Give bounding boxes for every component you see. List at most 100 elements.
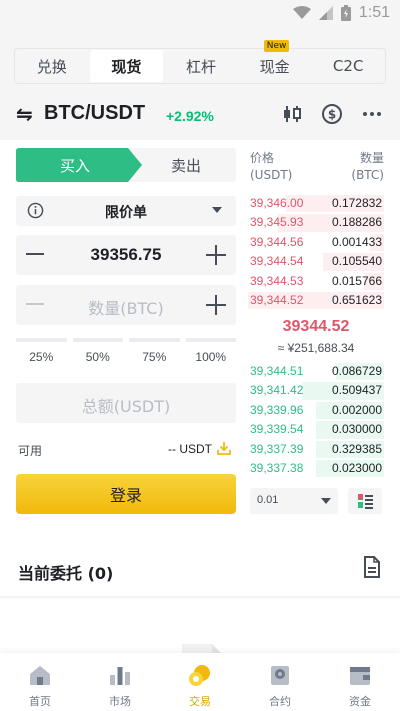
battery-icon	[340, 5, 351, 21]
percent-75-button[interactable]: 75%	[129, 338, 180, 364]
tab-c2c[interactable]: C2C	[311, 49, 385, 83]
orderbook-layout-button[interactable]	[348, 488, 382, 514]
nav-home[interactable]: 首页	[0, 653, 80, 711]
order-history-icon[interactable]	[362, 556, 382, 578]
increase-amount-button[interactable]	[206, 295, 226, 315]
bid-row[interactable]: 39,339.54 0.030000	[248, 420, 384, 439]
percent-bar	[185, 338, 236, 342]
orderbook-layout-icon	[358, 494, 373, 509]
buy-sell-toggle: 买入 卖出	[16, 148, 236, 182]
nav-market[interactable]: 市场	[80, 653, 160, 711]
home-icon	[30, 666, 50, 685]
sell-tab-label: 卖出	[170, 156, 201, 175]
bid-price: 39,341.42	[250, 383, 304, 398]
pair-header: ⇋ BTC/USDT +2.92% $	[0, 90, 400, 140]
order-type-value: 限价单	[105, 205, 147, 221]
ask-row[interactable]: 39,345.93 0.188286	[248, 213, 384, 232]
percent-100-button[interactable]: 100%	[185, 338, 236, 364]
ask-qty: 0.651623	[331, 292, 382, 307]
percent-50-button[interactable]: 50%	[72, 338, 123, 364]
ask-row[interactable]: 39,344.52 0.651623	[248, 291, 384, 310]
tab-label: 兑换	[36, 57, 67, 76]
precision-select[interactable]: 0.01	[250, 488, 338, 514]
orderbook-qty-header: 数量 (BTC)	[351, 150, 384, 184]
available-value: -- USDT	[168, 442, 212, 456]
last-price[interactable]: 39344.52	[248, 318, 384, 336]
ask-row[interactable]: 39,344.54 0.105540	[248, 252, 384, 271]
candlestick-chart-icon[interactable]	[280, 102, 304, 126]
total-placeholder[interactable]: 总额(USDT)	[16, 393, 236, 417]
header-text: 价格	[250, 151, 275, 165]
wallet-icon	[350, 667, 370, 685]
percent-label: 50%	[85, 350, 110, 364]
futures-icon	[271, 666, 289, 685]
transfer-icon[interactable]	[216, 440, 232, 456]
tab-label: 现货	[111, 57, 142, 76]
total-input[interactable]: 总额(USDT)	[16, 383, 236, 423]
section-divider	[0, 596, 400, 598]
pair-symbol[interactable]: BTC/USDT	[44, 102, 145, 125]
nav-label: 首页	[29, 695, 51, 708]
bid-row[interactable]: 39,337.39 0.329385	[248, 440, 384, 459]
ask-qty: 0.105540	[331, 254, 382, 269]
percent-label: 75%	[142, 350, 167, 364]
tab-label: 杠杆	[185, 57, 216, 76]
price-input[interactable]: 39356.75	[16, 235, 236, 275]
nav-label: 交易	[189, 695, 211, 708]
bid-price: 39,344.51	[250, 364, 304, 378]
increase-price-button[interactable]	[206, 245, 226, 265]
ask-price: 39,346.00	[250, 196, 304, 210]
caret-down-icon	[212, 207, 222, 213]
nav-wallet[interactable]: 资金	[320, 653, 400, 711]
switch-pair-icon[interactable]: ⇋	[16, 102, 33, 126]
dollar-icon[interactable]: $	[320, 102, 344, 126]
orderbook-price-header: 价格 (USDT)	[250, 150, 292, 184]
login-button[interactable]: 登录	[16, 474, 236, 514]
amount-placeholder[interactable]: 数量(BTC)	[16, 295, 236, 319]
ask-price: 39,344.54	[250, 254, 304, 269]
bid-price: 39,339.96	[250, 402, 304, 417]
last-price-fiat: ≈ ¥251,688.34	[277, 341, 355, 355]
nav-label: 合约	[269, 695, 291, 708]
percent-bar	[16, 338, 67, 342]
header-unit: (BTC)	[351, 168, 384, 182]
bid-qty: 0.023000	[331, 460, 382, 475]
bid-row[interactable]: 39,341.42 0.509437	[248, 381, 384, 400]
more-icon[interactable]	[360, 102, 384, 126]
bid-row[interactable]: 39,344.51 0.086729	[248, 362, 384, 381]
percent-25-button[interactable]: 25%	[16, 338, 67, 364]
market-icon	[110, 667, 130, 685]
ask-row[interactable]: 39,344.56 0.001433	[248, 233, 384, 252]
tab-spot[interactable]: 现货	[89, 50, 164, 82]
trade-icon	[189, 665, 210, 686]
header-text: 数量	[359, 151, 384, 165]
bid-row[interactable]: 39,339.96 0.002000	[248, 401, 384, 420]
tab-margin[interactable]: 杠杆	[164, 49, 238, 83]
bid-qty: 0.509437	[331, 383, 382, 398]
nav-trade[interactable]: 交易	[160, 653, 240, 711]
tab-cash[interactable]: 现金 New	[238, 40, 312, 83]
nav-label: 资金	[349, 695, 371, 708]
bid-price: 39,339.54	[250, 422, 304, 437]
sell-tab[interactable]: 卖出	[136, 148, 236, 182]
ask-qty: 0.172832	[331, 196, 382, 210]
amount-input[interactable]: 数量(BTC)	[16, 285, 236, 325]
nav-futures[interactable]: 合约	[240, 653, 320, 711]
buy-tab[interactable]: 买入	[16, 148, 134, 182]
header-unit: (USDT)	[250, 168, 293, 182]
bid-row[interactable]: 39,337.38 0.023000	[248, 459, 384, 478]
price-value[interactable]: 39356.75	[16, 245, 236, 265]
ask-row[interactable]: 39,344.53 0.015766	[248, 272, 384, 291]
percent-label: 25%	[29, 350, 54, 364]
bid-qty: 0.030000	[331, 422, 382, 437]
ask-price: 39,345.93	[250, 215, 304, 230]
ask-row[interactable]: 39,346.00 0.172832	[248, 194, 384, 213]
bottom-nav: 首页 市场 交易 合约 资金	[0, 653, 400, 711]
order-type-select[interactable]: 限价单	[16, 196, 236, 226]
buy-tab-label: 买入	[59, 156, 90, 175]
bid-price: 39,337.38	[250, 460, 304, 475]
ask-qty: 0.001433	[331, 234, 382, 249]
tab-label: 现金	[259, 57, 290, 76]
tab-convert[interactable]: 兑换	[15, 49, 89, 83]
bid-qty: 0.002000	[331, 402, 382, 417]
